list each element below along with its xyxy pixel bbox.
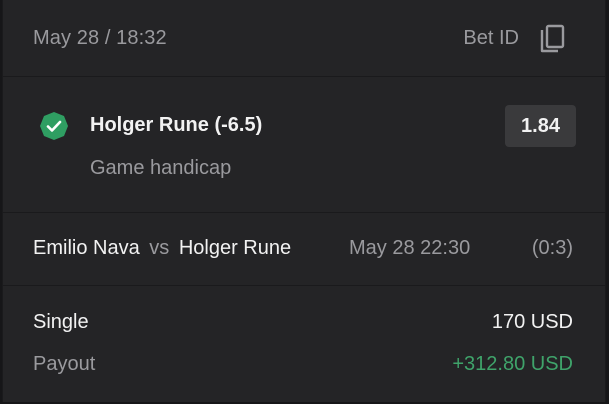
vs-label: vs xyxy=(149,237,170,259)
selection-market: Game handicap xyxy=(90,157,232,179)
copy-icon[interactable] xyxy=(539,24,567,56)
bet-id-label[interactable]: Bet ID xyxy=(463,27,519,50)
match-datetime: May 28 22:30 xyxy=(349,237,471,259)
match-row: Emilio Nava vs Holger Rune May 28 22:30 … xyxy=(3,213,605,285)
bet-summary: Single 170 USD Payout +312.80 USD xyxy=(3,286,605,402)
bet-type: Single xyxy=(33,311,89,333)
bet-header: May 28 / 18:32 Bet ID xyxy=(3,0,605,76)
match-players[interactable]: Emilio Nava vs Holger Rune xyxy=(33,237,291,260)
payout-label: Payout xyxy=(33,353,96,375)
stake-value: 170 USD xyxy=(491,311,573,333)
selection-row: Holger Rune (-6.5) Game handicap 1.84 xyxy=(3,77,605,211)
check-shield-icon xyxy=(39,111,69,141)
match-score: (0:3) xyxy=(531,237,573,259)
player-one: Emilio Nava xyxy=(33,237,140,259)
bet-date-time: May 28 / 18:32 xyxy=(33,27,167,49)
bet-card: May 28 / 18:32 Bet ID Holger Rune (-6.5)… xyxy=(2,0,606,402)
payout-value: +312.80 USD xyxy=(452,353,573,375)
selection-title: Holger Rune (-6.5) xyxy=(90,114,263,136)
odds-badge: 1.84 xyxy=(505,105,576,147)
player-two: Holger Rune xyxy=(178,237,292,259)
